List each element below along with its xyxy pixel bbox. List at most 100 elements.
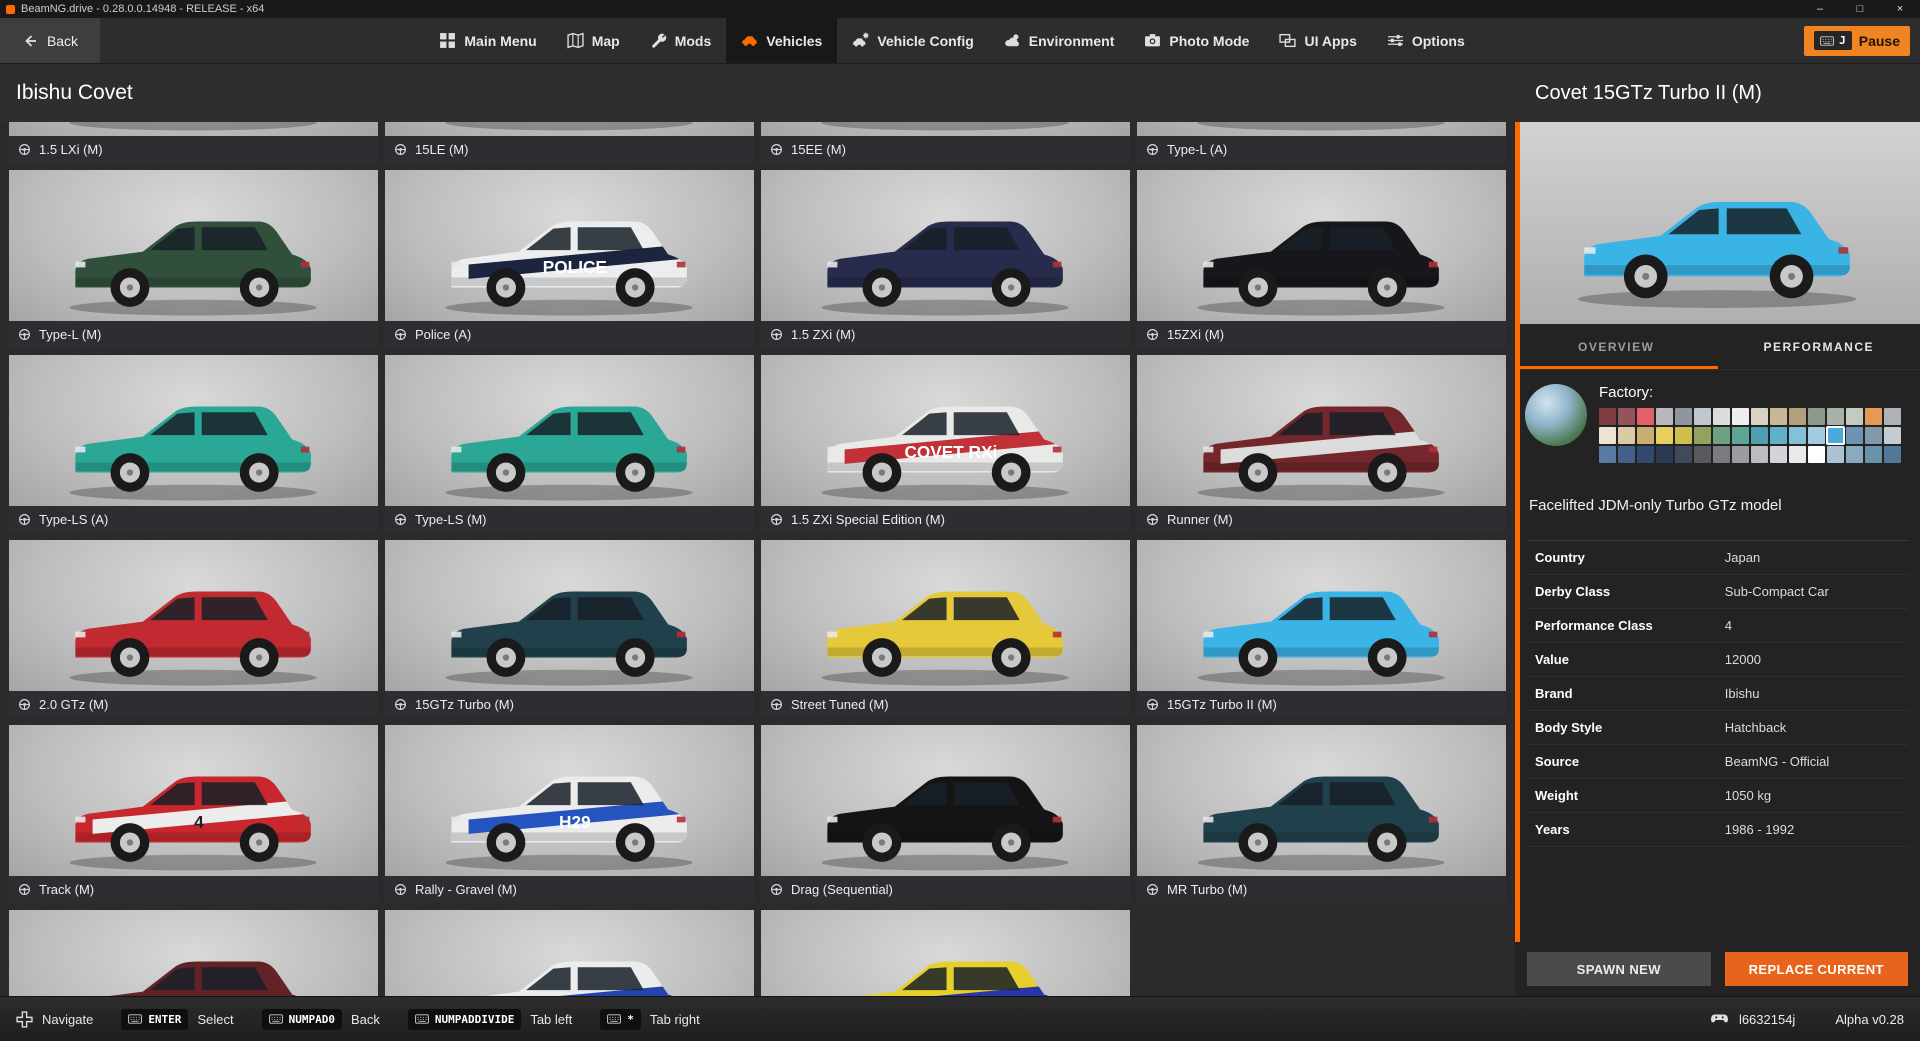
factory-color-swatch[interactable] bbox=[1656, 446, 1673, 463]
vehicle-thumbnail bbox=[761, 170, 1130, 321]
factory-color-swatch[interactable] bbox=[1770, 446, 1787, 463]
factory-color-swatch[interactable] bbox=[1713, 408, 1730, 425]
nav-item-vehicles[interactable]: Vehicles bbox=[726, 18, 837, 63]
factory-color-swatch[interactable] bbox=[1694, 408, 1711, 425]
svg-text:POLICE: POLICE bbox=[542, 257, 606, 277]
pause-button[interactable]: J Pause bbox=[1804, 26, 1910, 56]
factory-color-swatch[interactable] bbox=[1713, 427, 1730, 444]
factory-color-swatch[interactable] bbox=[1656, 408, 1673, 425]
factory-color-swatch[interactable] bbox=[1827, 427, 1844, 444]
factory-color-swatch[interactable] bbox=[1732, 408, 1749, 425]
vehicle-tile-drag-sequential[interactable]: Drag (Sequential) bbox=[761, 725, 1130, 903]
vehicle-tile-rally-gravel-m[interactable]: H29 Rally - Gravel (M) bbox=[385, 725, 754, 903]
factory-color-swatch[interactable] bbox=[1694, 446, 1711, 463]
factory-color-swatch[interactable] bbox=[1808, 408, 1825, 425]
maximize-button[interactable]: □ bbox=[1840, 0, 1880, 18]
spec-row-years: Years 1986 - 1992 bbox=[1527, 813, 1908, 847]
panel-scrollbar[interactable] bbox=[1515, 122, 1520, 942]
nav-item-map[interactable]: Map bbox=[552, 18, 635, 63]
factory-color-swatch[interactable] bbox=[1827, 408, 1844, 425]
vehicle-tile-runner-m[interactable]: Runner (M) bbox=[1137, 355, 1506, 533]
spec-row-performance-class: Performance Class 4 bbox=[1527, 609, 1908, 643]
nav-item-vehicle-config[interactable]: Vehicle Config bbox=[837, 18, 988, 63]
vehicle-tile-mr-turbo-m[interactable]: MR Turbo (M) bbox=[1137, 725, 1506, 903]
factory-color-swatch[interactable] bbox=[1884, 446, 1901, 463]
factory-color-swatch[interactable] bbox=[1618, 446, 1635, 463]
factory-color-swatch[interactable] bbox=[1827, 446, 1844, 463]
factory-color-swatch[interactable] bbox=[1884, 408, 1901, 425]
factory-color-swatch[interactable] bbox=[1637, 408, 1654, 425]
nav-item-photo-mode[interactable]: Photo Mode bbox=[1129, 18, 1264, 63]
vehicle-tile-partial-21[interactable]: 4 bbox=[385, 910, 754, 996]
vehicle-thumbnail bbox=[9, 910, 378, 996]
vehicle-tile-street-tuned-m[interactable]: Street Tuned (M) bbox=[761, 540, 1130, 718]
vehicle-tile-track-m[interactable]: 4 Track (M) bbox=[9, 725, 378, 903]
vehicle-tile-partial-20[interactable] bbox=[9, 910, 378, 996]
factory-color-swatch[interactable] bbox=[1732, 446, 1749, 463]
factory-color-swatch[interactable] bbox=[1865, 446, 1882, 463]
vehicle-tile-1-5-zxi-special-edition-m[interactable]: COVET RXi 1.5 ZXi Special Edition (M) bbox=[761, 355, 1130, 533]
factory-color-swatch[interactable] bbox=[1637, 446, 1654, 463]
factory-color-swatch[interactable] bbox=[1713, 446, 1730, 463]
nav-item-main-menu[interactable]: Main Menu bbox=[424, 18, 551, 63]
spawn-new-button[interactable]: SPAWN NEW bbox=[1527, 952, 1711, 986]
vehicle-variant-label: 1.5 ZXi (M) bbox=[791, 327, 855, 342]
vehicle-tile-type-l-a[interactable]: Type-L (A) bbox=[1137, 122, 1506, 163]
vehicle-tile-partial-22[interactable]: 076 bbox=[761, 910, 1130, 996]
factory-color-swatch[interactable] bbox=[1751, 427, 1768, 444]
vehicle-tile-15le-m[interactable]: 15LE (M) bbox=[385, 122, 754, 163]
replace-current-button[interactable]: REPLACE CURRENT bbox=[1725, 952, 1909, 986]
factory-color-swatch[interactable] bbox=[1656, 427, 1673, 444]
environment-thumbnail[interactable] bbox=[1525, 384, 1587, 446]
tab-performance[interactable]: PERFORMANCE bbox=[1718, 324, 1920, 369]
factory-color-swatch[interactable] bbox=[1675, 446, 1692, 463]
nav-item-ui-apps[interactable]: UI Apps bbox=[1264, 18, 1371, 63]
factory-color-swatch[interactable] bbox=[1599, 427, 1616, 444]
factory-color-swatch[interactable] bbox=[1770, 408, 1787, 425]
factory-color-swatch[interactable] bbox=[1789, 427, 1806, 444]
back-button[interactable]: Back bbox=[0, 18, 100, 63]
vehicle-grid-viewport[interactable]: 1.5 LXi (M) 15LE (M) 15EE (M) bbox=[0, 122, 1515, 996]
factory-color-swatch[interactable] bbox=[1751, 446, 1768, 463]
factory-color-swatch[interactable] bbox=[1599, 446, 1616, 463]
nav-item-options[interactable]: Options bbox=[1372, 18, 1480, 63]
factory-color-swatch[interactable] bbox=[1675, 427, 1692, 444]
vehicle-tile-15gtz-turbo-m[interactable]: 15GTz Turbo (M) bbox=[385, 540, 754, 718]
factory-color-swatch[interactable] bbox=[1865, 408, 1882, 425]
factory-color-swatch[interactable] bbox=[1808, 446, 1825, 463]
vehicle-tile-15ee-m[interactable]: 15EE (M) bbox=[761, 122, 1130, 163]
factory-color-swatch[interactable] bbox=[1846, 408, 1863, 425]
factory-color-swatch[interactable] bbox=[1808, 427, 1825, 444]
factory-color-swatch[interactable] bbox=[1732, 427, 1749, 444]
nav-item-mods[interactable]: Mods bbox=[635, 18, 727, 63]
factory-color-swatch[interactable] bbox=[1599, 408, 1616, 425]
factory-color-swatch[interactable] bbox=[1846, 427, 1863, 444]
factory-color-swatch[interactable] bbox=[1789, 446, 1806, 463]
factory-color-swatch[interactable] bbox=[1618, 427, 1635, 444]
factory-color-swatch[interactable] bbox=[1637, 427, 1654, 444]
factory-color-swatch[interactable] bbox=[1694, 427, 1711, 444]
factory-color-swatch[interactable] bbox=[1846, 446, 1863, 463]
factory-color-swatch[interactable] bbox=[1789, 408, 1806, 425]
vehicle-tile-1-5-zxi-m[interactable]: 1.5 ZXi (M) bbox=[761, 170, 1130, 348]
vehicle-tile-15gtz-turbo-ii-m[interactable]: 15GTz Turbo II (M) bbox=[1137, 540, 1506, 718]
vehicle-tile-type-ls-a[interactable]: Type-LS (A) bbox=[9, 355, 378, 533]
spec-table: Country Japan Derby Class Sub-Compact Ca… bbox=[1527, 540, 1908, 847]
factory-color-swatch[interactable] bbox=[1618, 408, 1635, 425]
vehicle-description: Facelifted JDM-only Turbo GTz model bbox=[1529, 497, 1906, 514]
vehicle-tile-type-l-m[interactable]: Type-L (M) bbox=[9, 170, 378, 348]
factory-color-swatch[interactable] bbox=[1770, 427, 1787, 444]
vehicle-tile-1-5-lxi-m[interactable]: 1.5 LXi (M) bbox=[9, 122, 378, 163]
factory-color-swatch[interactable] bbox=[1675, 408, 1692, 425]
vehicle-tile-15zxi-m[interactable]: 15ZXi (M) bbox=[1137, 170, 1506, 348]
vehicle-tile-type-ls-m[interactable]: Type-LS (M) bbox=[385, 355, 754, 533]
factory-color-swatch[interactable] bbox=[1865, 427, 1882, 444]
vehicle-tile-2-0-gtz-m[interactable]: 2.0 GTz (M) bbox=[9, 540, 378, 718]
factory-color-swatch[interactable] bbox=[1884, 427, 1901, 444]
vehicle-tile-police-a[interactable]: POLICE Police (A) bbox=[385, 170, 754, 348]
minimize-button[interactable]: – bbox=[1800, 0, 1840, 18]
close-button[interactable]: × bbox=[1880, 0, 1920, 18]
tab-overview[interactable]: OVERVIEW bbox=[1515, 324, 1718, 369]
nav-item-environment[interactable]: Environment bbox=[989, 18, 1130, 63]
factory-color-swatch[interactable] bbox=[1751, 408, 1768, 425]
